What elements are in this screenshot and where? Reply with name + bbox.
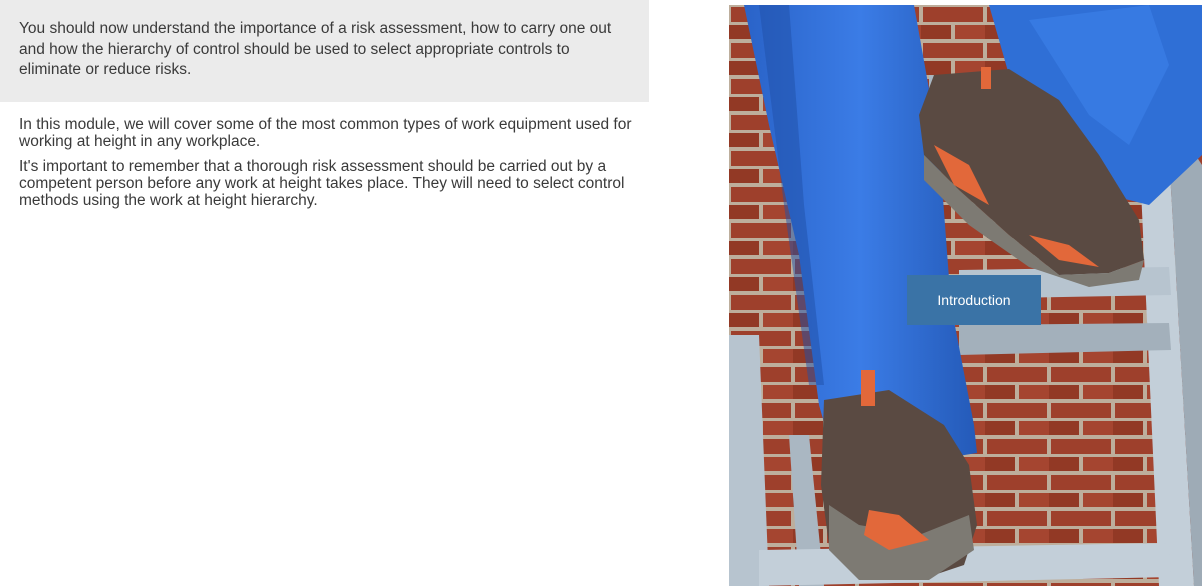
summary-text: You should now understand the importance… — [19, 20, 612, 78]
summary-box: You should now understand the importance… — [0, 0, 649, 102]
intro-paragraph: In this module, we will cover some of th… — [19, 116, 632, 150]
introduction-button[interactable]: Introduction — [907, 275, 1041, 325]
risk-paragraph: It's important to remember that a thorou… — [19, 158, 625, 209]
module-content: In this module, we will cover some of th… — [19, 116, 639, 209]
